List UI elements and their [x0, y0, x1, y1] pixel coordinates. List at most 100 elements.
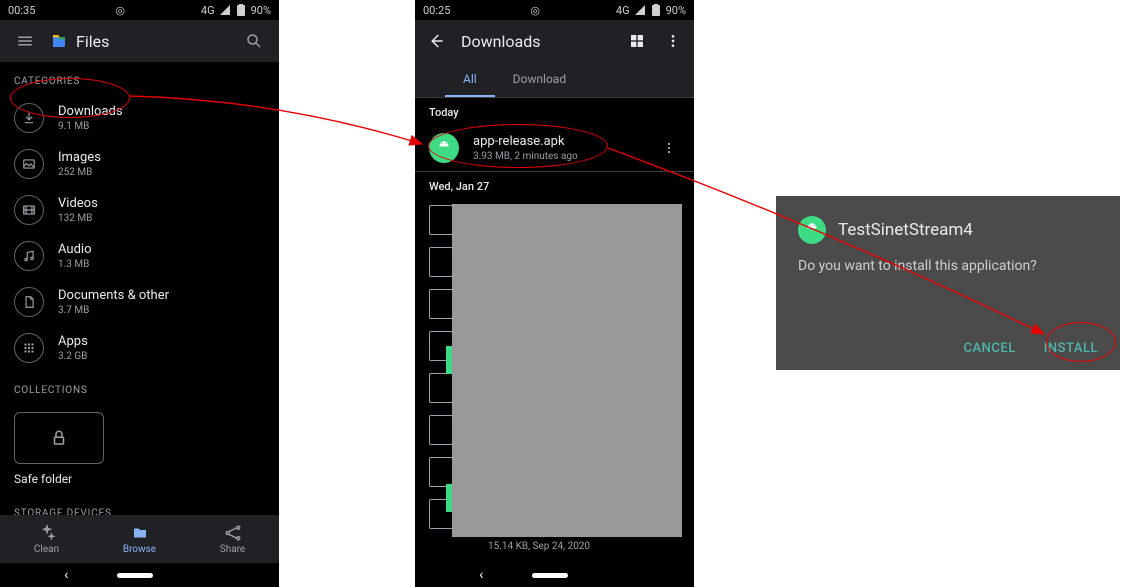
apps-icon: [14, 333, 44, 363]
files-logo-icon: [50, 32, 68, 50]
nav-label: Clean: [34, 544, 59, 555]
nav-label: Share: [220, 544, 245, 555]
nav-label: Browse: [123, 544, 156, 555]
safe-folder-label: Safe folder: [0, 468, 279, 494]
tab-label: All: [463, 72, 477, 86]
wed-header: Wed, Jan 27: [415, 172, 694, 199]
system-nav: ‹: [0, 563, 279, 587]
file-thumb-icon: [429, 415, 453, 445]
android-icon: [446, 346, 452, 374]
file-thumb-icon: [429, 289, 453, 319]
tab-download[interactable]: Download: [495, 62, 584, 97]
category-size: 132 MB: [58, 213, 265, 224]
back-icon[interactable]: [425, 30, 447, 52]
lock-icon: [50, 429, 68, 447]
menu-icon[interactable]: [14, 30, 36, 52]
file-thumb-icon: [429, 457, 453, 487]
install-button[interactable]: INSTALL: [1044, 341, 1098, 356]
file-thumb-icon: [429, 205, 453, 235]
statusbar: 00:35 ◎ 4G 90%: [0, 0, 279, 20]
app-title: Files: [50, 32, 229, 51]
category-size: 9.1 MB: [58, 121, 265, 132]
back-nav-icon[interactable]: ‹: [479, 567, 483, 583]
document-icon: [14, 287, 44, 317]
file-overflow-icon[interactable]: [658, 137, 680, 159]
system-nav: ‹: [415, 563, 694, 587]
category-documents[interactable]: Documents & other 3.7 MB: [0, 279, 279, 325]
android-icon: [798, 216, 826, 244]
category-title: Audio: [58, 242, 265, 257]
safe-folder-button[interactable]: [14, 412, 104, 464]
category-apps[interactable]: Apps 3.2 GB: [0, 325, 279, 371]
signal-icon: [634, 4, 646, 16]
app-title-text: Files: [76, 32, 109, 51]
bottom-nav: Clean Browse Share: [0, 515, 279, 563]
folder-icon: [131, 524, 149, 542]
downloads-title: Downloads: [461, 32, 612, 51]
grid-view-icon[interactable]: [626, 30, 648, 52]
status-time: 00:35: [8, 4, 35, 17]
cancel-button[interactable]: CANCEL: [964, 341, 1016, 356]
share-icon: [224, 524, 242, 542]
category-size: 3.7 MB: [58, 305, 265, 316]
nav-browse[interactable]: Browse: [93, 515, 186, 563]
category-videos[interactable]: Videos 132 MB: [0, 187, 279, 233]
phone-files-app: 00:35 ◎ 4G 90% Files CATEGORIES: [0, 0, 279, 587]
file-thumb-icon: [429, 373, 453, 403]
category-title: Documents & other: [58, 288, 265, 303]
network-label: 4G: [201, 4, 215, 17]
file-app-release-apk[interactable]: app-release.apk 3.93 MB, 2 minutes ago: [415, 125, 694, 171]
category-title: Images: [58, 150, 265, 165]
back-nav-icon[interactable]: ‹: [64, 567, 68, 583]
file-name: app-release.apk: [473, 134, 644, 149]
home-nav-icon[interactable]: [532, 573, 568, 578]
file-sub: 15.14 KB, Sep 24, 2020: [488, 541, 590, 552]
nav-share[interactable]: Share: [186, 515, 279, 563]
statusbar: 00:25 ◎ 4G 90%: [415, 0, 694, 20]
category-audio[interactable]: Audio 1.3 MB: [0, 233, 279, 279]
home-nav-icon[interactable]: [117, 573, 153, 578]
category-size: 1.3 MB: [58, 259, 265, 270]
android-icon: [446, 484, 452, 512]
sparkle-icon: [38, 524, 56, 542]
category-images[interactable]: Images 252 MB: [0, 141, 279, 187]
collections-label: COLLECTIONS: [0, 371, 279, 404]
categories-label: CATEGORIES: [0, 62, 279, 95]
today-header: Today: [415, 98, 694, 125]
dialog-actions: CANCEL INSTALL: [798, 341, 1098, 356]
status-time: 00:25: [423, 4, 450, 17]
category-title: Apps: [58, 334, 265, 349]
download-icon: [14, 103, 44, 133]
battery-icon: [650, 4, 662, 16]
category-downloads[interactable]: Downloads 9.1 MB: [0, 95, 279, 141]
redaction-block: [452, 204, 682, 537]
file-thumb-icon: [429, 247, 453, 277]
signal-icon: [219, 4, 231, 16]
tab-label: Download: [513, 72, 566, 86]
dialog-app-name: TestSinetStream4: [838, 220, 973, 240]
search-icon[interactable]: [243, 30, 265, 52]
battery-pct: 90%: [666, 4, 686, 17]
image-icon: [14, 149, 44, 179]
video-icon: [14, 195, 44, 225]
category-size: 3.2 GB: [58, 351, 265, 362]
audio-icon: [14, 241, 44, 271]
notification-icon: ◎: [115, 4, 125, 17]
downloads-tabs: All Download: [415, 62, 694, 98]
overflow-icon[interactable]: [662, 30, 684, 52]
network-label: 4G: [616, 4, 630, 17]
battery-icon: [235, 4, 247, 16]
android-icon: [429, 133, 459, 163]
downloads-header: Downloads: [415, 20, 694, 62]
notification-icon: ◎: [530, 4, 540, 17]
tab-all[interactable]: All: [445, 62, 495, 97]
file-sub: 3.93 MB, 2 minutes ago: [473, 151, 644, 162]
nav-clean[interactable]: Clean: [0, 515, 93, 563]
category-size: 252 MB: [58, 167, 265, 178]
dialog-body: Do you want to install this application?: [798, 258, 1098, 274]
category-title: Downloads: [58, 104, 265, 119]
category-title: Videos: [58, 196, 265, 211]
battery-pct: 90%: [251, 4, 271, 17]
install-dialog: TestSinetStream4 Do you want to install …: [776, 196, 1120, 370]
dialog-title-row: TestSinetStream4: [798, 216, 1098, 244]
